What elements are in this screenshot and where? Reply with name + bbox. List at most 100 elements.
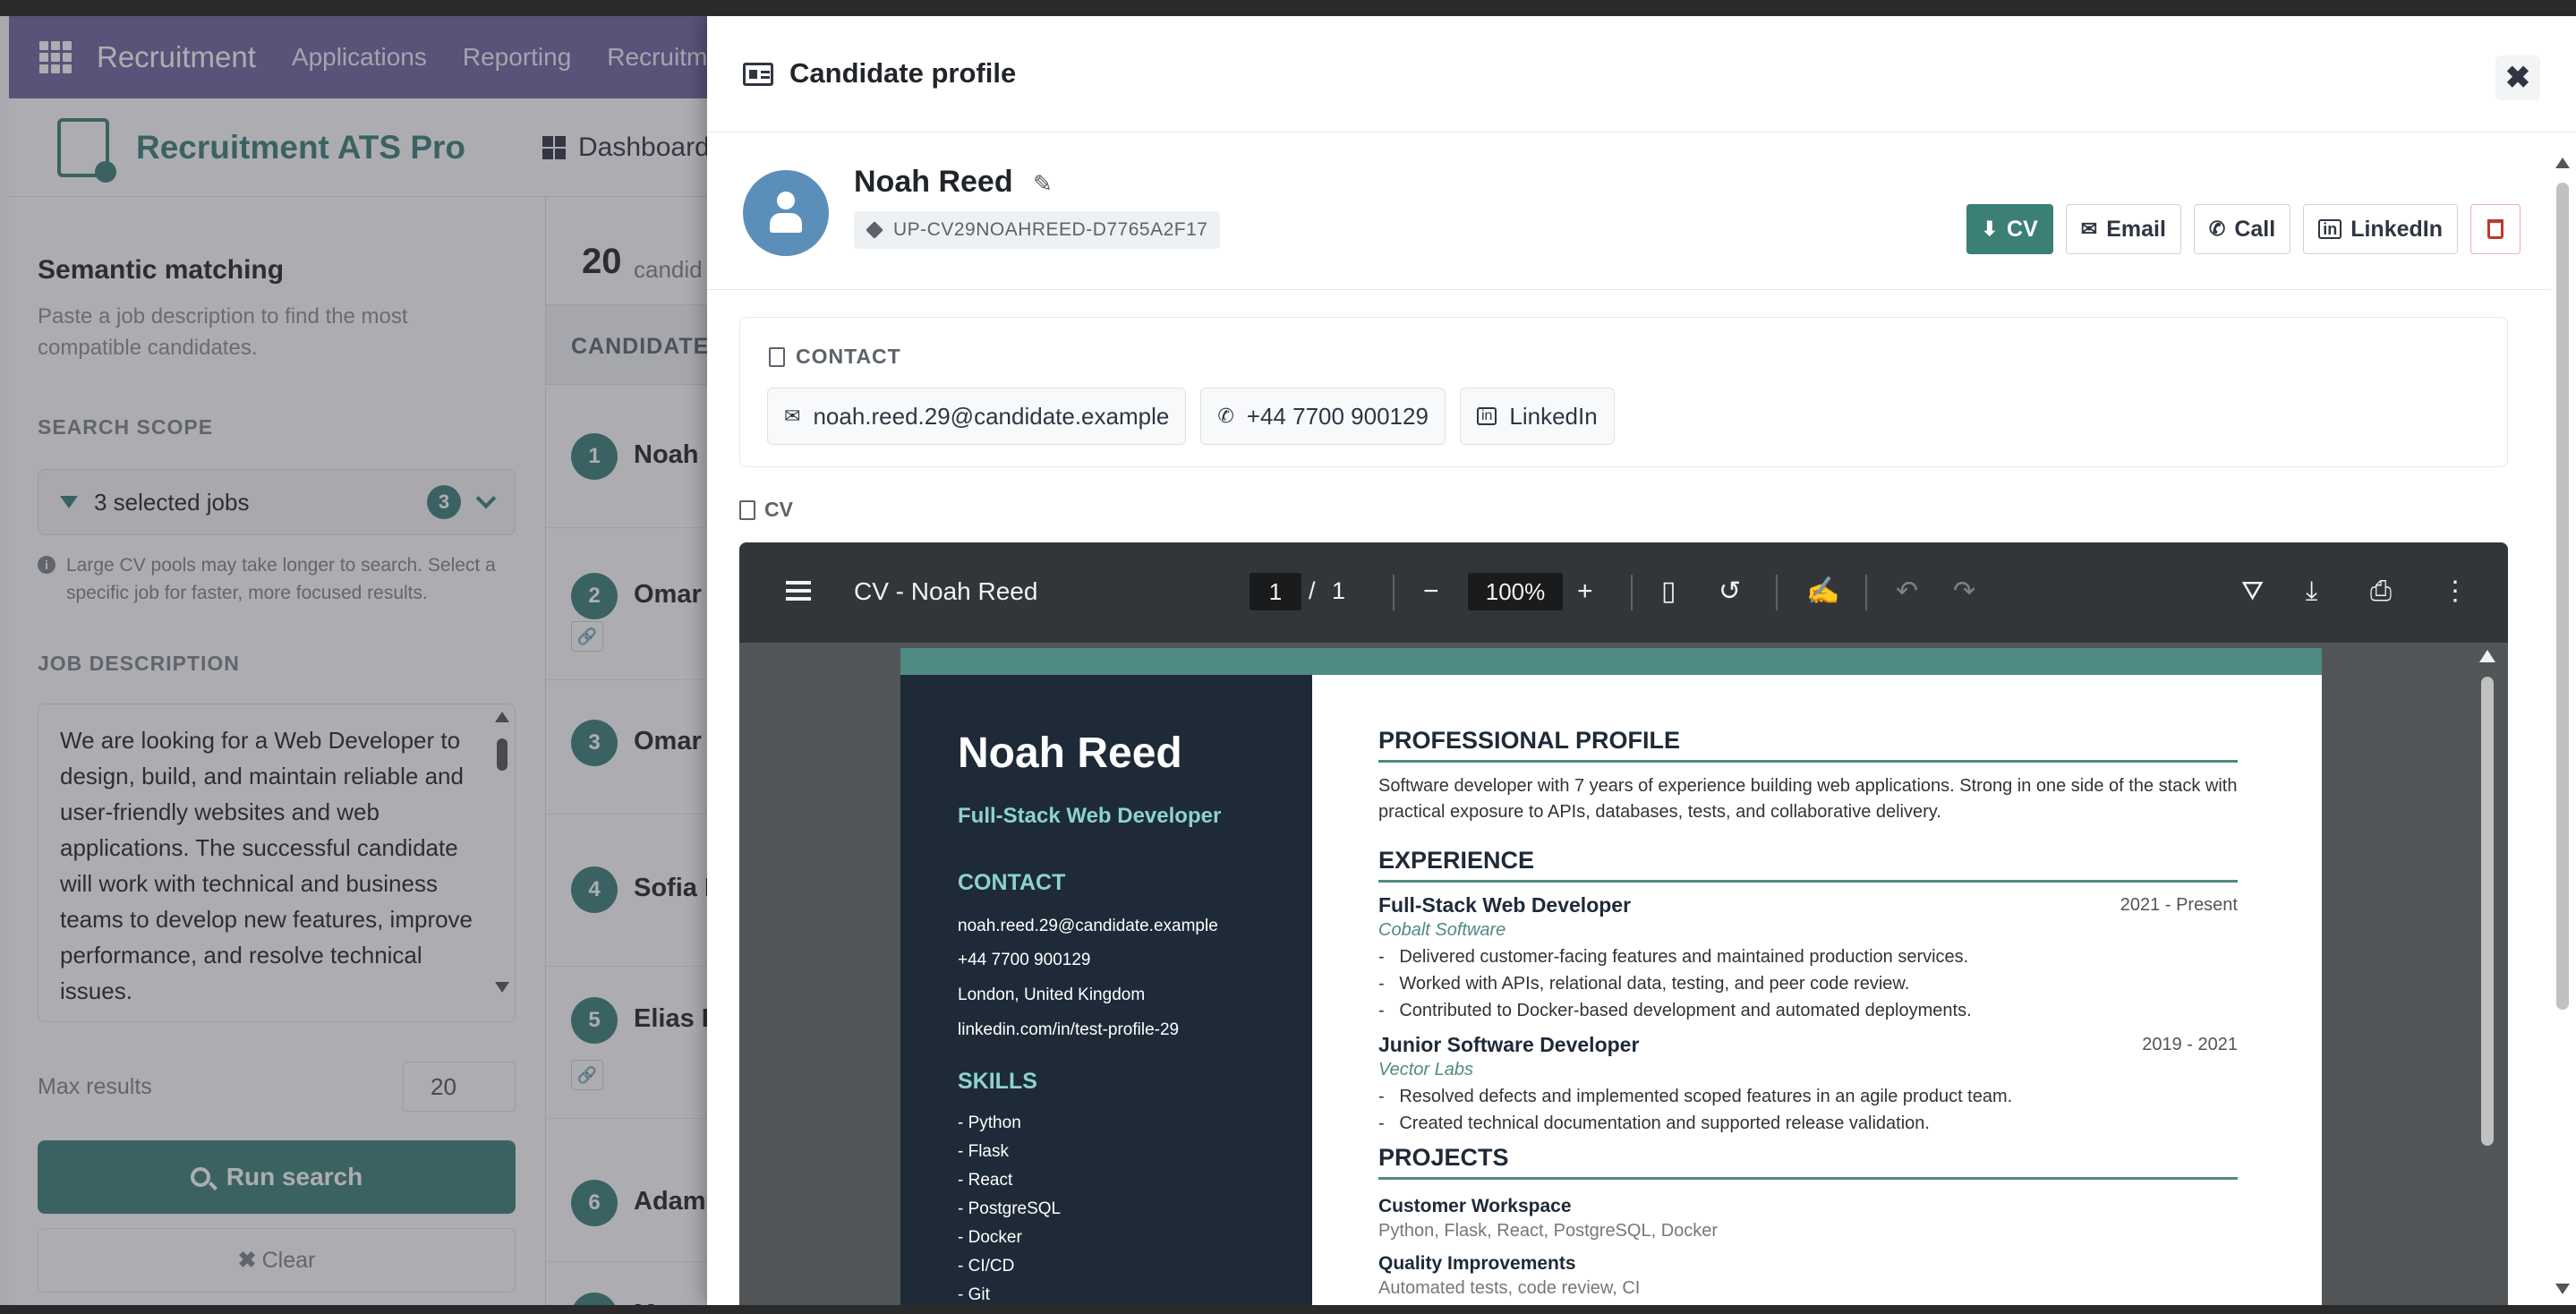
pdf-file-icon [739,499,755,520]
cv-label-text: CV [764,498,793,521]
cv-skill: - PostgreSQL [958,1199,1062,1218]
cv-skill: - Docker [958,1228,1022,1247]
contact-card-icon [769,346,785,367]
menu-icon[interactable] [786,581,811,584]
email-chip[interactable]: ✉ noah.reed.29@candidate.example [767,388,1187,445]
envelope-icon: ✉ [2080,218,2098,240]
draw-icon[interactable]: ✍ [1806,571,1839,612]
zoom-input[interactable]: 100% [1468,573,1563,610]
cv-job-dates: 2021 - Present [2120,895,2238,915]
contact-heading: CONTACT [769,345,901,369]
delete-button[interactable] [2470,204,2521,254]
cv-section-label: CV [739,498,793,522]
candidate-tag-text: UP-CV29NOAHREED-D7765A2F17 [893,219,1208,240]
cv-job-bullet: - Resolved defects and implemented scope… [1378,1087,2013,1106]
rotate-icon[interactable]: ↺ [1719,571,1741,612]
tag-icon [866,221,883,239]
undo-icon[interactable]: ↶ [1896,571,1918,612]
zoom-in-icon[interactable]: + [1577,571,1593,612]
call-button-label: Call [2234,216,2276,242]
redo-icon[interactable]: ↷ [1953,571,1975,612]
candidate-name-heading: Noah Reed [854,165,1013,199]
cv-role: Full-Stack Web Developer [958,804,1222,828]
envelope-icon: ✉ [784,405,801,427]
page-separator: / [1309,577,1316,604]
cv-skill: - CI/CD [958,1257,1015,1276]
cv-skill: - Flask [958,1142,1009,1161]
download-icon[interactable]: ⤓ [2306,571,2317,612]
cv-contact-heading: CONTACT [958,870,1066,895]
email-button-label: Email [2106,216,2166,242]
cv-project-title: Customer Workspace [1378,1196,1572,1216]
email-button[interactable]: ✉ Email [2065,204,2181,254]
email-text: noah.reed.29@candidate.example [813,402,1170,430]
pdf-scrollbar[interactable] [2467,643,2508,1305]
cv-job-company: Cobalt Software [1378,920,1506,940]
linkedin-text: LinkedIn [1509,402,1598,430]
pdf-title: CV - Noah Reed [854,577,1038,605]
linkedin-icon: in [2318,219,2342,239]
profile-actions: ⬇ CV ✉ Email ✆ Call in LinkedIn [1966,204,2521,254]
zoom-out-icon[interactable]: − [1423,571,1439,612]
linkedin-icon: in [1476,407,1497,425]
cv-project-stack: Automated tests, code review, CI [1378,1278,1641,1298]
cv-contact-line: noah.reed.29@candidate.example [958,917,1218,935]
fit-page-icon[interactable]: ▯ [1661,571,1676,612]
id-card-icon [743,63,773,86]
linkedin-button[interactable]: in LinkedIn [2303,204,2458,254]
cv-job-bullet: - Created technical documentation and su… [1378,1113,1930,1133]
call-button[interactable]: ✆ Call [2193,204,2291,254]
drawer-header: Candidate profile ✖ [707,16,2576,132]
cv-profile-heading: PROFESSIONAL PROFILE [1378,727,2238,763]
edit-pencil-icon[interactable]: ✎ [1033,170,1053,198]
cv-main: PROFESSIONAL PROFILE Software developer … [1378,675,2238,1305]
cv-skills-heading: SKILLS [958,1069,1037,1094]
close-button[interactable]: ✖ [2495,55,2540,100]
download-cv-button[interactable]: ⬇ CV [1966,204,2053,254]
modal-backdrop[interactable] [0,16,707,1305]
cv-header-stripe [900,648,2322,675]
app-window: Recruitment Applications Reporting Recru… [0,16,2576,1305]
cv-name: Noah Reed [958,730,1182,777]
cv-projects-heading: PROJECTS [1378,1144,2238,1180]
phone-text: +44 7700 900129 [1246,402,1429,430]
save-to-drive-icon[interactable]: ⛛ [2241,571,2264,612]
cv-job-company: Vector Labs [1378,1060,1473,1079]
cv-contact-line: London, United Kingdom [958,986,1146,1004]
cv-job-title: Junior Software Developer [1378,1033,1640,1056]
candidate-tag: UP-CV29NOAHREED-D7765A2F17 [854,211,1221,249]
linkedin-button-label: LinkedIn [2350,216,2443,242]
cv-project-stack: Python, Flask, React, PostgreSQL, Docker [1378,1221,1719,1241]
cv-button-label: CV [2007,216,2038,242]
download-icon: ⬇ [1981,218,1999,240]
cv-profile-text: Software developer with 7 years of exper… [1378,776,2238,822]
cv-job-title: Full-Stack Web Developer [1378,893,1632,917]
page-number-input[interactable]: 1 [1250,573,1301,610]
total-pages: 1 [1332,577,1346,604]
cv-job-bullet: - Delivered customer-facing features and… [1378,947,1969,967]
cv-experience-heading: EXPERIENCE [1378,847,2238,883]
pdf-viewer: CV - Noah Reed 1 / 1 − 100% + ▯ ↺ ✍ ↶ ↷ … [739,542,2508,1305]
phone-icon: ✆ [1217,405,1234,427]
cv-skill: - Python [958,1113,1021,1132]
phone-icon: ✆ [2208,218,2226,240]
profile-summary: Noah Reed ✎ UP-CV29NOAHREED-D7765A2F17 ⬇… [707,132,2551,290]
phone-chip[interactable]: ✆ +44 7700 900129 [1200,388,1446,445]
drawer-title: Candidate profile [789,57,1017,89]
cv-skill: - React [958,1171,1013,1190]
contact-card: CONTACT ✉ noah.reed.29@candidate.example … [739,317,2508,467]
cv-contact-line: +44 7700 900129 [958,951,1091,969]
cv-contact-line: linkedin.com/in/test-profile-29 [958,1020,1180,1039]
print-icon[interactable]: ⎙ [2370,571,2392,612]
avatar [743,170,829,256]
cv-job-dates: 2019 - 2021 [2142,1035,2238,1054]
cv-job-bullet: - Contributed to Docker-based developmen… [1378,1001,1972,1020]
cv-job-bullet: - Worked with APIs, relational data, tes… [1378,974,1910,994]
contact-chips: ✉ noah.reed.29@candidate.example ✆ +44 770… [767,388,1615,445]
linkedin-chip[interactable]: in LinkedIn [1459,388,1615,445]
pdf-page: Noah Reed Full-Stack Web Developer CONTA… [900,648,2322,1305]
more-options-icon[interactable]: ⋮ [2442,571,2469,612]
drawer-scrollbar[interactable] [2549,132,2576,1305]
cv-skill: - Git [958,1285,990,1304]
trash-icon [2487,219,2503,239]
